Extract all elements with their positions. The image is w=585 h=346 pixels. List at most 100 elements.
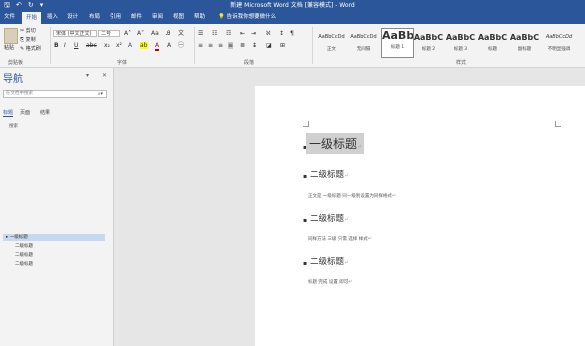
sort-icon[interactable]: ↕ bbox=[279, 30, 284, 37]
font-size-select[interactable]: 二号 bbox=[98, 30, 120, 37]
subscript-icon[interactable]: x₂ bbox=[104, 42, 110, 49]
justify-icon[interactable]: ≡ bbox=[228, 42, 234, 49]
style-heading-1[interactable]: AaBb 标题 1 bbox=[381, 28, 414, 58]
heading-item[interactable]: ▸ 一级标题 bbox=[3, 234, 105, 241]
body-paragraph[interactable]: 同样方法 三级 只需 选择 样式↵ bbox=[308, 236, 372, 242]
bold-button[interactable]: B bbox=[54, 42, 59, 49]
enclose-char-icon[interactable]: ㊀ bbox=[178, 42, 184, 49]
shading-icon[interactable]: ◪ bbox=[266, 42, 272, 49]
document-page[interactable]: ▪ 一级标题↵ ▪ 二级标题↵ 正文是 一级标题 同一级别设置为同样格式↵ ▪ … bbox=[255, 86, 585, 346]
nav-search-input[interactable]: 在文档中搜索 ⌕▾ bbox=[3, 90, 107, 98]
crop-mark bbox=[303, 121, 309, 127]
format-painter-button[interactable]: ✎ 格式刷 bbox=[20, 46, 41, 52]
nav-tab-pages[interactable]: 页面 bbox=[20, 109, 30, 116]
decrease-indent-icon[interactable]: ⇤ bbox=[240, 30, 245, 37]
style-normal[interactable]: AaBbCcDd 正文 bbox=[316, 28, 347, 56]
styles-group-label: 样式 bbox=[456, 60, 467, 66]
align-center-icon[interactable]: ≡ bbox=[208, 42, 213, 49]
style-no-spacing[interactable]: AaBbCcDd 无间隔 bbox=[348, 28, 379, 56]
style-subtitle[interactable]: AaBbC 副标题 bbox=[509, 28, 540, 56]
paste-button[interactable] bbox=[4, 28, 18, 44]
clipboard-group-label: 剪贴板 bbox=[8, 60, 24, 66]
char-shading-icon[interactable]: A bbox=[167, 42, 171, 49]
tab-design[interactable]: 设计 bbox=[67, 14, 78, 21]
style-preview: AaBbCcDd bbox=[545, 34, 573, 40]
style-heading-2[interactable]: AaBbC 标题 2 bbox=[413, 28, 444, 56]
body-paragraph[interactable]: 标题 完成 设置 即可↵ bbox=[308, 279, 353, 285]
align-right-icon[interactable]: ≡ bbox=[218, 42, 223, 49]
style-title[interactable]: AaBbC 标题 bbox=[477, 28, 508, 56]
align-left-icon[interactable]: ≡ bbox=[198, 42, 203, 49]
ribbon: 粘贴 ✂ 剪切 ⎘ 复制 ✎ 格式刷 剪贴板 宋体 (中文正文) 二号 A˄ A… bbox=[0, 24, 585, 68]
style-name: 标题 1 bbox=[390, 45, 405, 50]
paragraph-mark: ↵ bbox=[367, 236, 372, 242]
tab-view[interactable]: 视图 bbox=[173, 14, 184, 21]
cut-button[interactable]: ✂ 剪切 bbox=[20, 28, 36, 34]
clear-format-icon[interactable]: Ꭿ bbox=[166, 30, 170, 37]
divider bbox=[50, 27, 51, 64]
text-effects-icon[interactable]: A bbox=[128, 42, 132, 49]
chevron-down-icon[interactable]: ▾ bbox=[86, 72, 89, 79]
heading-2[interactable]: 二级标题↵ bbox=[310, 168, 348, 180]
numbering-icon[interactable]: ☷ bbox=[212, 30, 217, 37]
heading-bullet: ▪ bbox=[303, 217, 308, 224]
underline-button[interactable]: U bbox=[74, 42, 78, 49]
show-marks-icon[interactable]: ¶ bbox=[290, 30, 294, 37]
change-case-icon[interactable]: Aa bbox=[151, 30, 159, 37]
style-subtle-emphasis[interactable]: AaBbCcDd 不明显强调 bbox=[541, 28, 577, 56]
heading-item[interactable]: 二级标题 bbox=[15, 252, 33, 259]
style-preview: AaBbCcDd bbox=[318, 34, 345, 40]
tell-me-box[interactable]: 💡 告诉我你想要做什么 bbox=[218, 14, 276, 21]
superscript-icon[interactable]: x² bbox=[116, 42, 122, 49]
chinese-layout-icon[interactable]: ℵ bbox=[266, 30, 270, 37]
heading-2[interactable]: 二级标题↵ bbox=[310, 212, 348, 224]
divider bbox=[312, 27, 313, 64]
paragraph-mark: ↵ bbox=[348, 279, 353, 285]
grow-font-icon[interactable]: A˄ bbox=[124, 30, 131, 37]
heading-2[interactable]: 二级标题↵ bbox=[310, 255, 348, 267]
body-paragraph[interactable]: 正文是 一级标题 同一级别设置为同样格式↵ bbox=[308, 193, 396, 199]
tab-insert[interactable]: 插入 bbox=[47, 14, 58, 21]
nav-tab-results[interactable]: 结果 bbox=[40, 109, 50, 116]
font-group-label: 字体 bbox=[117, 60, 128, 66]
tab-file[interactable]: 文件 bbox=[4, 14, 15, 21]
paragraph-group-label: 段落 bbox=[244, 60, 255, 66]
phonetic-icon[interactable]: 文 bbox=[178, 30, 184, 37]
tab-references[interactable]: 引用 bbox=[110, 14, 121, 21]
title-bar: 🖫 ↶ ↻ ▾ 新建 Microsoft Word 文档 [兼容模式] - Wo… bbox=[0, 0, 585, 11]
tab-help[interactable]: 帮助 bbox=[194, 14, 205, 21]
borders-icon[interactable]: ⊞ bbox=[280, 42, 285, 49]
copy-button[interactable]: ⎘ 复制 bbox=[20, 37, 36, 43]
nav-tab-headings[interactable]: 标题 bbox=[3, 109, 14, 117]
style-preview: AaBbC bbox=[445, 33, 476, 42]
tab-home[interactable]: 开始 bbox=[22, 12, 42, 24]
italic-button[interactable]: I bbox=[64, 42, 66, 49]
heading-item[interactable]: 二级标题 bbox=[15, 243, 33, 250]
tab-review[interactable]: 审阅 bbox=[152, 14, 163, 21]
strikethrough-button[interactable]: abc bbox=[86, 42, 97, 49]
highlight-icon[interactable]: ab bbox=[140, 42, 148, 49]
close-icon[interactable]: ✕ bbox=[102, 72, 107, 79]
style-name: 无间隔 bbox=[356, 47, 371, 52]
lightbulb-icon: 💡 bbox=[218, 14, 225, 20]
pane-divider[interactable] bbox=[113, 68, 114, 346]
increase-indent-icon[interactable]: ⇥ bbox=[251, 30, 256, 37]
paste-label[interactable]: 粘贴 bbox=[4, 45, 14, 51]
style-heading-3[interactable]: AaBbC 标题 3 bbox=[445, 28, 476, 56]
nav-hint-text: 搜索 bbox=[9, 124, 18, 129]
search-icon[interactable]: ⌕▾ bbox=[98, 91, 103, 97]
paragraph-mark: ↵ bbox=[344, 173, 349, 179]
shrink-font-icon[interactable]: A˅ bbox=[137, 30, 144, 37]
font-name-select[interactable]: 宋体 (中文正文) bbox=[53, 30, 97, 37]
bullets-icon[interactable]: ☰ bbox=[198, 30, 203, 37]
line-spacing-icon[interactable]: ↨ bbox=[252, 42, 257, 49]
heading-item[interactable]: 二级标题 bbox=[15, 261, 33, 268]
tab-layout[interactable]: 布局 bbox=[89, 14, 100, 21]
style-name: 标题 bbox=[488, 47, 497, 52]
multilevel-list-icon[interactable]: ☶ bbox=[226, 30, 231, 37]
navigation-pane: 导航 ▾ ✕ 在文档中搜索 ⌕▾ 标题 页面 结果 搜索 ▸ 一级标题 二级标题… bbox=[0, 68, 113, 346]
tab-mailings[interactable]: 邮件 bbox=[131, 14, 142, 21]
heading-1[interactable]: 一级标题↵ bbox=[306, 133, 365, 154]
distributed-icon[interactable]: ≣ bbox=[240, 42, 245, 49]
font-color-icon[interactable]: A bbox=[155, 42, 160, 51]
